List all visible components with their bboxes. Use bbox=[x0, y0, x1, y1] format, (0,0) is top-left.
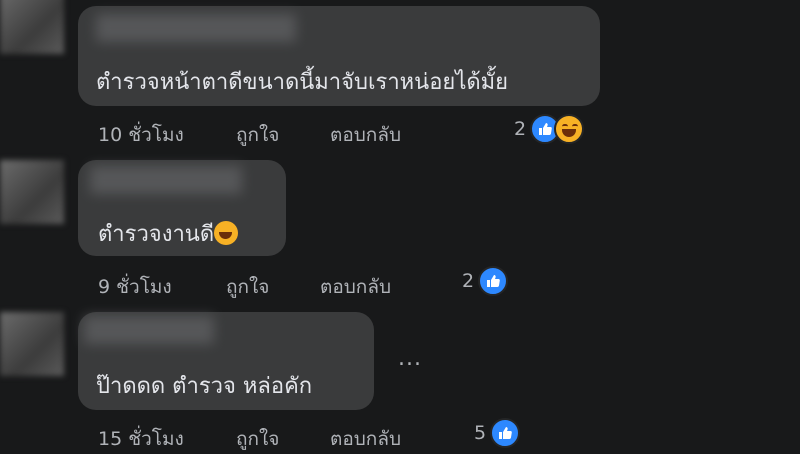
comment-bubble: ตำรวจหน้าตาดีขนาดนี้มาจับเราหน่อยได้มั้ย bbox=[78, 6, 600, 106]
comment-text-value: ตำรวจงานดี bbox=[98, 222, 215, 247]
comment-text: ตำรวจหน้าตาดีขนาดนี้มาจับเราหน่อยได้มั้ย bbox=[96, 70, 509, 95]
author-name[interactable] bbox=[84, 316, 214, 344]
like-link[interactable]: ถูกใจ bbox=[226, 272, 269, 302]
reaction-summary[interactable]: 2 bbox=[462, 266, 509, 296]
comment-bubble: ป๊าดดด ตำรวจ หล่อคัก bbox=[78, 312, 374, 410]
comment-time[interactable]: 15 ชั่วโมง bbox=[98, 424, 184, 454]
comment-time[interactable]: 10 ชั่วโมง bbox=[98, 120, 184, 150]
reply-link[interactable]: ตอบกลับ bbox=[330, 120, 401, 150]
reaction-count: 2 bbox=[462, 270, 475, 292]
comment-text: ป๊าดดด ตำรวจ หล่อคัก bbox=[96, 374, 313, 399]
like-icon bbox=[478, 266, 509, 296]
reaction-summary[interactable]: 5 bbox=[474, 418, 521, 448]
comment-text: ตำรวจงานดี bbox=[98, 216, 239, 251]
haha-icon bbox=[554, 114, 585, 144]
author-name[interactable] bbox=[90, 166, 242, 194]
comment-time[interactable]: 9 ชั่วโมง bbox=[98, 272, 172, 302]
reaction-count: 2 bbox=[514, 118, 527, 140]
reply-link[interactable]: ตอบกลับ bbox=[320, 272, 391, 302]
avatar[interactable] bbox=[0, 0, 64, 54]
author-name[interactable] bbox=[96, 14, 296, 42]
like-link[interactable]: ถูกใจ bbox=[236, 120, 279, 150]
reply-link[interactable]: ตอบกลับ bbox=[330, 424, 401, 454]
reaction-count: 5 bbox=[474, 422, 487, 444]
avatar[interactable] bbox=[0, 312, 64, 376]
more-options-button[interactable]: ... bbox=[398, 346, 422, 371]
avatar[interactable] bbox=[0, 160, 64, 224]
like-link[interactable]: ถูกใจ bbox=[236, 424, 279, 454]
rofl-emoji bbox=[214, 221, 239, 245]
comment-bubble: ตำรวจงานดี bbox=[78, 160, 286, 256]
reaction-summary[interactable]: 2 bbox=[514, 114, 585, 144]
like-icon bbox=[490, 418, 521, 448]
